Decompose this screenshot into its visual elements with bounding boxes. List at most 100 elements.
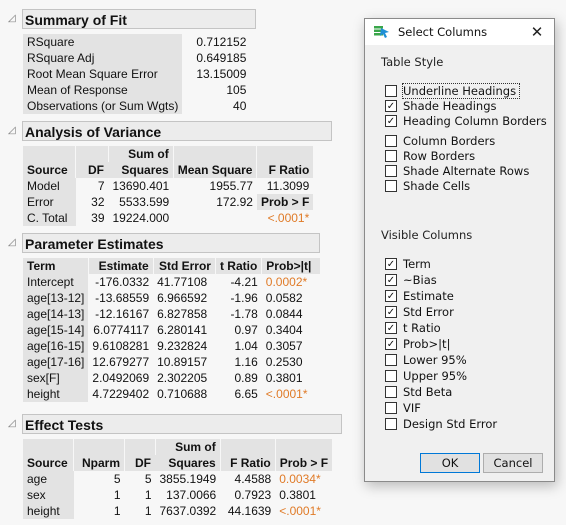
table-row: age[13-12] -13.68559 6.966592 -1.96 0.0582: [23, 290, 320, 306]
col-header-prob-t: Prob>|t|: [261, 258, 320, 274]
checkbox-unchecked[interactable]: [385, 179, 397, 192]
table-row: Observations (or Sum Wgts) 40: [23, 98, 250, 114]
checkbox-option[interactable]: ✓ Prob>|t|: [385, 336, 450, 351]
table-row: C. Total 39 19224.000 <.0001*: [23, 210, 313, 226]
checkbox-unchecked[interactable]: [385, 401, 397, 414]
checkbox-option[interactable]: Shade Alternate Rows: [385, 163, 529, 178]
estimate-cell: 9.6108281: [92, 339, 150, 353]
checkbox-unchecked[interactable]: [385, 84, 397, 97]
ms-cell: 172.92: [216, 195, 253, 209]
ok-button[interactable]: OK: [420, 453, 480, 473]
f-ratio-cell: 44.1639: [227, 504, 272, 518]
checkbox-option[interactable]: ✓ ~Bias: [385, 272, 437, 287]
std-error-cell: 6.966592: [157, 291, 208, 305]
disclosure-triangle-icon[interactable]: ◿: [8, 124, 20, 138]
nparm-cell: 5: [113, 472, 121, 486]
checkbox-checked[interactable]: ✓: [385, 99, 397, 112]
checkbox-checked[interactable]: ✓: [385, 305, 397, 318]
checkbox-checked[interactable]: ✓: [385, 289, 397, 302]
checkbox-checked[interactable]: ✓: [385, 114, 397, 127]
table-row: height 4.7229402 0.710688 6.65 <.0001*: [23, 386, 320, 402]
checkbox-unchecked[interactable]: [385, 353, 397, 366]
ss-cell: 19224.000: [112, 211, 170, 225]
checkbox-unchecked[interactable]: [385, 134, 397, 147]
anova-table: Source DF Sum of Mean Square F Ratio Squ…: [23, 146, 314, 226]
checkbox-unchecked[interactable]: [385, 149, 397, 162]
checkbox-option[interactable]: Design Std Error: [385, 416, 497, 431]
col-header-term: Term: [23, 258, 89, 274]
checkbox-unchecked[interactable]: [385, 417, 397, 430]
parameter-estimates-title[interactable]: Parameter Estimates: [22, 233, 320, 253]
checkbox-unchecked[interactable]: [385, 164, 397, 177]
table-row: RSquare 0.712152: [23, 34, 250, 50]
checkbox-unchecked[interactable]: [385, 385, 397, 398]
checkbox-option[interactable]: Row Borders: [385, 148, 475, 163]
checkbox-label: Term: [403, 256, 431, 271]
col-header-prob-f: Prob > F: [274, 439, 333, 471]
row-label: Observations (or Sum Wgts): [23, 98, 183, 114]
checkbox-checked[interactable]: ✓: [385, 321, 397, 334]
t-ratio-cell: 6.65: [234, 387, 258, 401]
checkbox-checked[interactable]: ✓: [385, 337, 397, 350]
nparm-cell: 1: [113, 504, 121, 518]
row-value: 0.649185: [196, 51, 247, 65]
select-columns-dialog: Select Columns ✕ Table Style Underline H…: [364, 18, 555, 482]
source-cell: Model: [23, 178, 76, 194]
prob-cell: 0.3801: [279, 488, 316, 502]
checkbox-option[interactable]: Lower 95%: [385, 352, 467, 367]
estimate-cell: 6.0774117: [93, 323, 150, 337]
checkbox-option[interactable]: Underline Headings: [385, 82, 521, 99]
effect-tests-title[interactable]: Effect Tests: [22, 414, 342, 434]
estimate-cell: -176.0332: [95, 275, 150, 289]
checkbox-option[interactable]: ✓ Shade Headings: [385, 98, 497, 113]
summary-of-fit-title[interactable]: Summary of Fit: [22, 9, 256, 29]
ss-cell: 5533.599: [119, 195, 170, 209]
checkbox-checked[interactable]: ✓: [385, 257, 397, 270]
checkbox-label: VIF: [403, 400, 421, 415]
checkbox-option[interactable]: VIF: [385, 400, 421, 415]
std-error-cell: 9.232824: [157, 339, 208, 353]
checkbox-option[interactable]: ✓ Heading Column Borders: [385, 113, 547, 128]
estimate-cell: -12.16167: [95, 307, 150, 321]
dialog-title-bar[interactable]: Select Columns ✕: [365, 19, 554, 45]
row-value: 40: [233, 99, 247, 113]
anova-title[interactable]: Analysis of Variance: [22, 121, 332, 141]
table-row: height 1 1 7637.0392 44.1639 <.0001*: [23, 503, 332, 519]
checkbox-label: ~Bias: [403, 272, 437, 287]
col-header-ss-top: Sum of: [155, 439, 221, 455]
table-row: Intercept -176.0332 41.77108 -4.21 0.0002*: [23, 274, 320, 290]
prob-cell: 0.0582: [265, 291, 303, 305]
checkbox-label: Shade Headings: [403, 98, 497, 113]
checkbox-option[interactable]: Std Beta: [385, 384, 452, 399]
disclosure-triangle-icon[interactable]: ◿: [8, 236, 20, 250]
table-row: age[14-13] -12.16167 6.827858 -1.78 0.0844: [23, 306, 320, 322]
table-row: Root Mean Square Error 13.15009: [23, 66, 250, 82]
cancel-button[interactable]: Cancel: [483, 453, 543, 473]
table-row: Error 32 5533.599 172.92 Prob > F: [23, 194, 314, 210]
checkbox-option[interactable]: ✓ t Ratio: [385, 320, 441, 335]
checkbox-checked[interactable]: ✓: [385, 273, 397, 286]
disclosure-triangle-icon[interactable]: ◿: [8, 417, 20, 431]
prob-cell: 0.3801: [265, 371, 303, 385]
checkbox-option[interactable]: ✓ Term: [385, 256, 431, 271]
row-value: 13.15009: [196, 67, 247, 81]
term-cell: sex[F]: [23, 370, 89, 386]
table-row: age[17-16] 12.679277 10.89157 1.16 0.2530: [23, 354, 320, 370]
t-ratio-cell: 1.04: [234, 339, 258, 353]
col-header-ss-top: Sum of: [108, 146, 174, 162]
checkbox-option[interactable]: ✓ Estimate: [385, 288, 454, 303]
checkbox-option[interactable]: ✓ Std Error: [385, 304, 454, 319]
disclosure-triangle-icon[interactable]: ◿: [8, 12, 20, 26]
close-icon[interactable]: ✕: [528, 23, 546, 41]
checkbox-option[interactable]: Column Borders: [385, 133, 495, 148]
std-error-cell: 10.89157: [157, 355, 208, 369]
f-ratio-cell: 4.4588: [234, 472, 272, 486]
df-cell: 39: [91, 211, 105, 225]
estimate-cell: 4.7229402: [92, 387, 150, 401]
term-cell: age[15-14]: [23, 322, 89, 338]
table-row: sex[F] 2.0492069 2.302205 0.89 0.3801: [23, 370, 320, 386]
checkbox-label: t Ratio: [403, 320, 441, 335]
checkbox-option[interactable]: Shade Cells: [385, 178, 470, 193]
checkbox-unchecked[interactable]: [385, 369, 397, 382]
checkbox-option[interactable]: Upper 95%: [385, 368, 467, 383]
